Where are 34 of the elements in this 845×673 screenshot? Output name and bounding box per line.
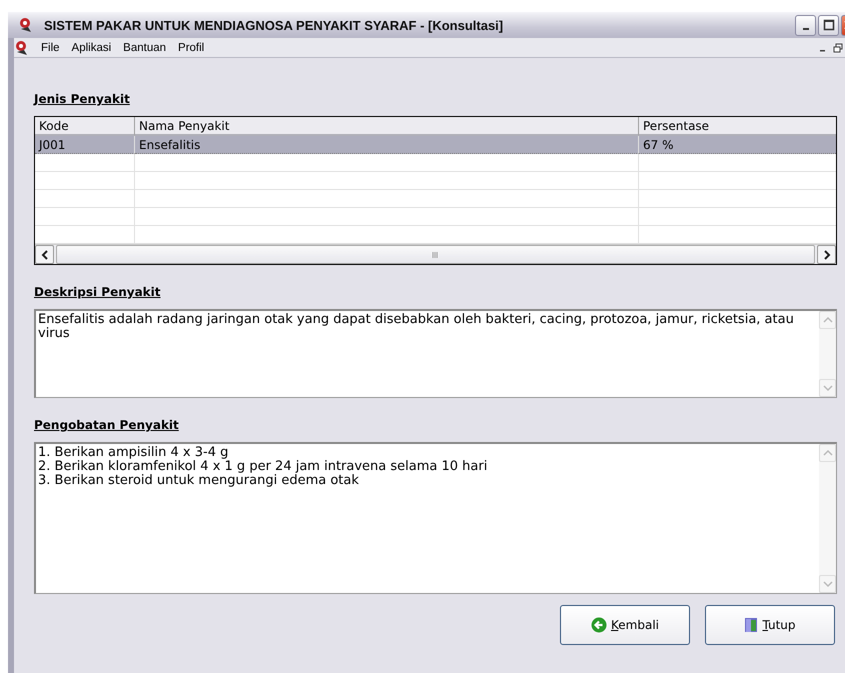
maximize-icon <box>822 19 834 31</box>
restore-icon[interactable] <box>833 42 843 52</box>
vertical-scrollbar[interactable] <box>819 311 836 397</box>
menu-item[interactable]: Aplikasi <box>70 42 112 54</box>
table-cell: 67 % <box>639 136 836 154</box>
back-button[interactable]: Kembali <box>560 605 690 645</box>
description-field[interactable]: Ensefalitis adalah radang jaringan otak yang dapat disebabkan oleh bakteri, cacing, protozoa, jamur, ricketsia, atau virus <box>34 309 837 398</box>
menu-item[interactable]: File <box>40 42 61 54</box>
minimize-icon <box>802 28 808 30</box>
treatment-line: 3. Berikan steroid untuk mengurangi edema otak <box>38 474 360 488</box>
window-title: SISTEM PAKAR UNTUK MENDIAGNOSA PENYAKIT SYARAF - [Konsultasi] <box>44 18 504 32</box>
scroll-left-button[interactable] <box>35 245 54 264</box>
treatment-line: 1. Berikan ampisilin 4 x 3-4 g <box>38 446 230 460</box>
grip-icon <box>432 252 440 258</box>
treatment-field[interactable]: 1. Berikan ampisilin 4 x 3-4 g 2. Berikan kloramfenikol 4 x 1 g per 24 jam intravena selama 10 hari 3. Berikan steroid untuk mengurangi edema otak <box>34 442 837 594</box>
app-icon <box>18 17 34 33</box>
table-row[interactable]: J001 Ensefalitis 67 % <box>35 136 836 154</box>
minimize-button[interactable] <box>795 14 816 36</box>
description-text: Ensefalitis adalah radang jaringan otak yang dapat disebabkan oleh bakteri, cacing, protozoa, jamur, ricketsia, atau virus <box>37 311 795 343</box>
section-heading: Jenis Penyakit <box>34 92 131 106</box>
table-cell: Ensefalitis <box>135 136 639 154</box>
door-icon <box>744 617 758 633</box>
vertical-scrollbar[interactable] <box>819 444 836 593</box>
maximize-button[interactable] <box>818 14 839 36</box>
section-heading: Deskripsi Penyakit <box>34 285 162 299</box>
menu-item[interactable]: Profil <box>177 42 206 54</box>
scroll-right-button[interactable] <box>817 245 836 264</box>
back-arrow-icon <box>591 617 607 633</box>
menu-item[interactable]: Bantuan <box>122 42 168 54</box>
section-heading: Pengobatan Penyakit <box>34 418 180 432</box>
table-cell: J001 <box>35 136 135 154</box>
app-icon <box>14 40 30 56</box>
close-button[interactable]: Tutup <box>705 605 835 645</box>
treatment-line: 2. Berikan kloramfenikol 4 x 1 g per 24 jam intravena selama 10 hari <box>38 460 488 474</box>
